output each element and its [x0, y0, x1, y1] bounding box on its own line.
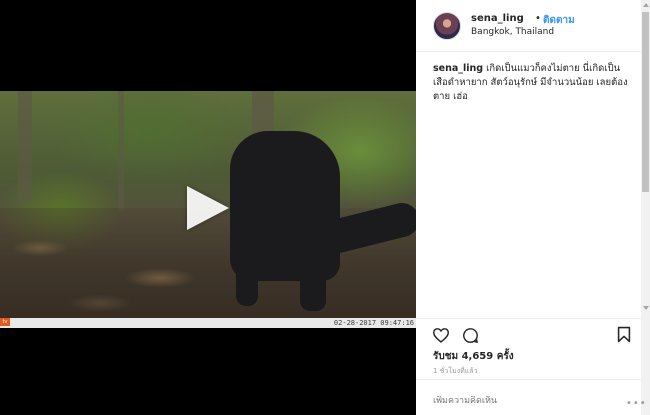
scroll-down-icon[interactable]	[643, 306, 649, 310]
scrollbar[interactable]	[641, 0, 650, 415]
comment-input[interactable]	[433, 396, 623, 406]
panther-leg	[236, 231, 258, 306]
follow-button[interactable]: ติดตาม	[543, 13, 575, 28]
scroll-thumb[interactable]	[642, 12, 649, 192]
separator-dot: •	[535, 13, 541, 24]
play-icon[interactable]	[187, 186, 229, 230]
post-time: 1 ชั่วโมงที่แล้ว	[433, 367, 478, 375]
scroll-up-icon[interactable]	[643, 3, 649, 7]
tree-trunk	[118, 91, 124, 211]
more-options-icon[interactable]: •••	[626, 398, 647, 409]
panther-leg	[300, 241, 326, 311]
tree-trunk	[18, 91, 32, 201]
post-location[interactable]: Bangkok, Thailand	[471, 27, 554, 37]
video-timestamp: 02-28-2017 09:47:16	[333, 319, 414, 327]
likes-count[interactable]: รับชม 4,659 ครั้ง	[433, 349, 514, 364]
bookmark-icon[interactable]	[617, 326, 631, 343]
channel-logo: tv	[0, 318, 10, 326]
caption-username[interactable]: sena_ling	[433, 63, 483, 74]
avatar[interactable]	[433, 12, 461, 40]
heart-icon[interactable]	[432, 327, 450, 343]
comment-box: •••	[416, 379, 646, 415]
media-area: tv 02-28-2017 09:47:16	[0, 0, 416, 415]
post-header: sena_ling • ติดตาม Bangkok, Thailand	[416, 0, 642, 52]
comment-icon[interactable]	[462, 327, 479, 344]
action-bar	[416, 318, 642, 348]
post-caption: sena_ling เกิดเป็นแมวก็คงไม่ตาย นี่เกิดเ…	[433, 62, 638, 104]
post-username[interactable]: sena_ling	[471, 13, 524, 24]
